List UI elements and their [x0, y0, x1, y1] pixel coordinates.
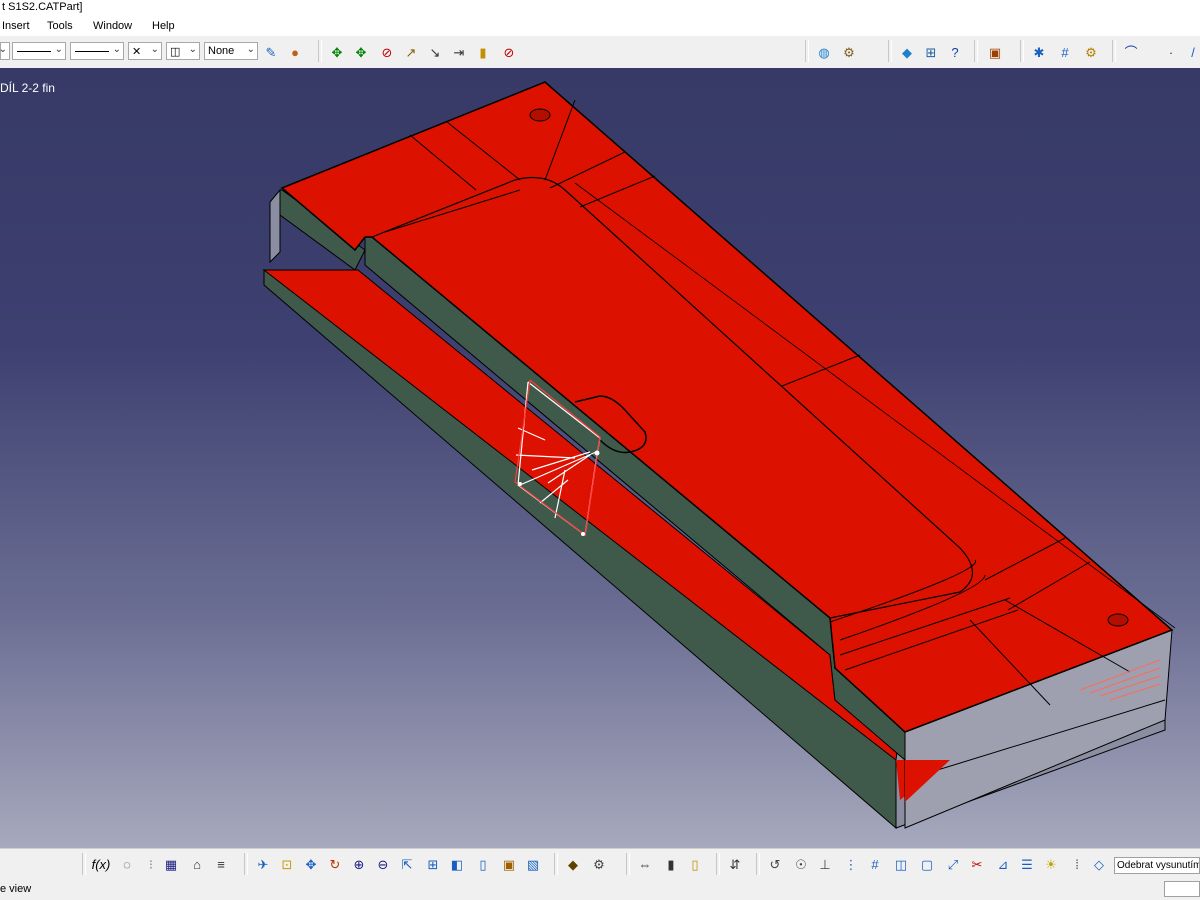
render-icon[interactable]: ⚙ — [840, 43, 858, 61]
axis-system-icon[interactable]: ⊥ — [816, 855, 834, 873]
3d-viewport[interactable]: DÍL 2-2 fin — [0, 68, 1200, 848]
move-icon[interactable]: ✥ — [328, 43, 346, 61]
layer-filter-combo[interactable]: ◫ ⌄ — [166, 42, 200, 60]
menu-window[interactable]: Window — [93, 20, 132, 32]
menu-help[interactable]: Help — [152, 20, 175, 32]
apply-material-bottom-icon[interactable]: ◆ — [564, 855, 582, 873]
zoom-out-icon[interactable]: ⊖ — [374, 855, 392, 873]
catalog-icon[interactable]: ▣ — [986, 43, 1004, 61]
mounting-hole-top — [529, 108, 551, 122]
isometric-view-icon[interactable]: ◧ — [448, 855, 466, 873]
toolbar-separator — [888, 40, 892, 62]
point-type-combo[interactable]: ✕ ⌄ — [128, 42, 162, 60]
analysis-icon[interactable]: ▮ — [474, 43, 492, 61]
light-icon[interactable]: ☀ — [1042, 855, 1060, 873]
tree-icon[interactable]: ⋮ — [842, 855, 860, 873]
title-bar: t S1S2.CATPart] — [0, 0, 1200, 17]
sketch-rotate-icon[interactable]: ↺ — [766, 855, 784, 873]
swap-visible-icon[interactable]: ▧ — [524, 855, 542, 873]
law-icon[interactable]: ⚙ — [1082, 43, 1100, 61]
grid-icon[interactable]: # — [1056, 43, 1074, 61]
layers-icon[interactable]: ☰ — [1018, 855, 1036, 873]
body-icon[interactable]: ▮ — [662, 855, 680, 873]
grid-bottom-icon[interactable]: # — [866, 855, 884, 873]
graphic-properties-toolbar: ⌄ ⌄ ⌄ ✕ ⌄ ◫ ⌄ None ⌄ ✎ ● ✥ ✥ ⊘ ↗ ↘ ⇥ ▮ ⊘ ◍ … — [0, 36, 1200, 69]
lock-icon[interactable]: ⌂ — [188, 855, 206, 873]
line-icon[interactable]: / — [1184, 43, 1200, 61]
scale-icon[interactable]: ⤢ — [944, 855, 962, 873]
list-icon[interactable]: ≡ — [212, 855, 230, 873]
cut-icon[interactable]: ✂ — [968, 855, 986, 873]
toolbar-separator — [716, 853, 720, 875]
comment-icon[interactable]: ◌ — [118, 855, 136, 873]
toolbar-separator — [82, 853, 86, 875]
view-toolbar: f(x) ◌ ⁝ ▦ ⌂ ≡ ✈ ⊡ ✥ ↻ ⊕ ⊖ ⇱ ⊞ ◧ ▯ ▣ ▧ ◆… — [0, 848, 1200, 879]
no-show-icon[interactable]: ⊘ — [378, 43, 396, 61]
normal-view-icon[interactable]: ⇱ — [398, 855, 416, 873]
help-icon[interactable]: ? — [946, 43, 964, 61]
toolbar-separator — [318, 40, 322, 62]
fly-mode-icon[interactable]: ✈ — [254, 855, 272, 873]
status-message: e view — [0, 883, 32, 895]
table-icon[interactable]: ▦ — [162, 855, 180, 873]
multi-view-icon[interactable]: ⊞ — [424, 855, 442, 873]
hide-icon[interactable]: ⊘ — [500, 43, 518, 61]
box-icon[interactable]: ▢ — [918, 855, 936, 873]
line-type-combo[interactable]: ⌄ — [70, 42, 124, 60]
toolbar-separator — [554, 853, 558, 875]
formula-icon[interactable]: f(x) — [92, 855, 111, 873]
mounting-hole-bottom — [1107, 613, 1129, 627]
toolbar-separator — [805, 40, 809, 62]
shading-icon[interactable]: ▯ — [474, 855, 492, 873]
command-search-text: Odebrat vysunutím — [1117, 860, 1200, 871]
axis-icon[interactable]: ↘ — [426, 43, 444, 61]
line-thickness-combo[interactable]: ⌄ — [12, 42, 66, 60]
apply-material-icon[interactable]: ● — [286, 43, 304, 61]
knowledge-icon[interactable]: ⁝ — [142, 855, 160, 873]
menu-tools[interactable]: Tools — [47, 20, 73, 32]
painter-icon[interactable]: ✎ — [262, 43, 280, 61]
menu-bar: Insert Tools Window Help — [0, 17, 1200, 36]
status-bar: e view — [0, 878, 1200, 900]
command-search-box[interactable]: Odebrat vysunutím — [1114, 857, 1200, 874]
zoom-in-icon[interactable]: ⊕ — [350, 855, 368, 873]
more-icon[interactable]: ⁞ — [1068, 855, 1086, 873]
menu-insert[interactable]: Insert — [2, 20, 30, 32]
left-tab-grey — [269, 188, 281, 264]
hide-show-icon[interactable]: ▣ — [500, 855, 518, 873]
curve-icon[interactable]: ⌒ — [1122, 43, 1140, 61]
globe-icon[interactable]: ◍ — [815, 43, 833, 61]
pad-icon[interactable]: ◇ — [1090, 855, 1108, 873]
toolbar-separator — [626, 853, 630, 875]
fit-all-icon[interactable]: ⊡ — [278, 855, 296, 873]
transform-icon[interactable]: ⊞ — [922, 43, 940, 61]
toolbar-separator — [756, 853, 760, 875]
settings-icon[interactable]: ⚙ — [590, 855, 608, 873]
split-icon[interactable]: ⇔ — [636, 855, 654, 873]
toolbar-separator — [1112, 40, 1116, 62]
toolbar-separator — [1020, 40, 1024, 62]
part-geometry[interactable] — [0, 68, 1200, 848]
rotate-icon[interactable]: ↻ — [326, 855, 344, 873]
toolbar-separator — [974, 40, 978, 62]
plane-icon[interactable]: ✱ — [1030, 43, 1048, 61]
update-icon[interactable]: ⇵ — [726, 855, 744, 873]
select-icon[interactable]: ☉ — [792, 855, 810, 873]
surface-bottom-icon[interactable]: ◫ — [892, 855, 910, 873]
measure-icon[interactable]: ↗ — [402, 43, 420, 61]
chart-icon[interactable]: ⊿ — [994, 855, 1012, 873]
bolt-icon[interactable]: ▯ — [686, 855, 704, 873]
pan-icon[interactable]: ✥ — [302, 855, 320, 873]
point-icon[interactable]: · — [1162, 43, 1180, 61]
layer-value: None — [208, 45, 235, 57]
toolbar-separator — [244, 853, 248, 875]
compass-icon[interactable]: ⇥ — [450, 43, 468, 61]
snap-icon[interactable]: ✥ — [352, 43, 370, 61]
color-combo[interactable]: ⌄ — [0, 42, 10, 60]
surface-icon[interactable]: ◆ — [898, 43, 916, 61]
window-title: t S1S2.CATPart] — [2, 1, 83, 13]
layer-combo[interactable]: None ⌄ — [204, 42, 258, 60]
command-input[interactable] — [1164, 881, 1200, 897]
